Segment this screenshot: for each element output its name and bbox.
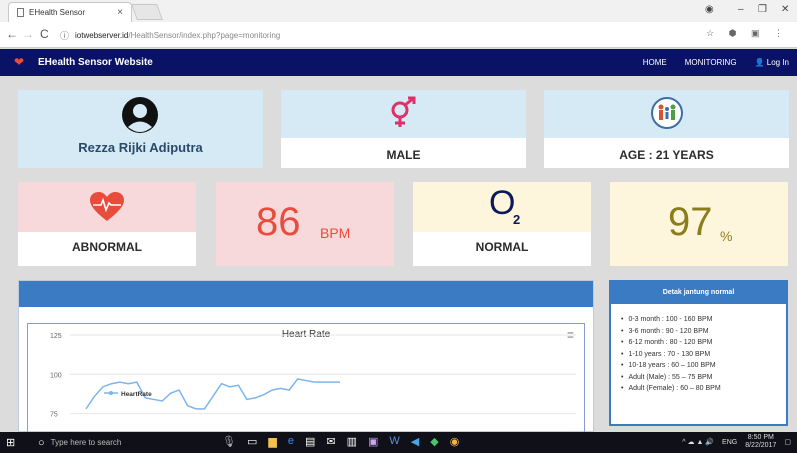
premiere-icon[interactable]: ▣: [368, 435, 378, 448]
oxygen-status-card: O 2 NORMAL: [413, 182, 591, 266]
bpm-unit: BPM: [320, 225, 351, 241]
normal-heart-rate-box: Detak jantung normal 0-3 month : 100 - 1…: [609, 280, 788, 426]
bpm-value: 86: [256, 200, 301, 244]
windows-taskbar: ⊞ ○ Type here to search 🎙 ▭ ▆ e ▤ ✉ ▥ ▣ …: [0, 432, 797, 453]
system-clock[interactable]: 8:50 PM 8/22/2017: [745, 434, 776, 450]
brand-heart-icon: ❤: [14, 55, 25, 69]
spo2-unit: %: [720, 228, 733, 244]
language-indicator[interactable]: ENG: [722, 439, 737, 446]
mail-icon[interactable]: ✉: [326, 435, 335, 448]
browser-tab[interactable]: EHealth Sensor ×: [8, 2, 132, 22]
nav-monitoring[interactable]: MONITORING: [685, 58, 737, 67]
gender-icon: [391, 96, 416, 127]
app-icon[interactable]: ▥: [347, 435, 357, 448]
clock-date: 8/22/2017: [745, 442, 777, 449]
url-path: /HealthSensor/index.php?page=monitoring: [128, 30, 281, 40]
clock-time: 8:50 PM: [747, 434, 774, 441]
url-field[interactable]: ⓘ iotwebserver.id /HealthSensor/index.ph…: [60, 26, 700, 44]
heart-status-label: ABNORMAL: [72, 240, 142, 254]
nav-home[interactable]: HOME: [643, 58, 667, 67]
age-card: AGE : 21 YEARS: [544, 90, 789, 168]
name-card: Rezza Rijki Adiputra: [18, 90, 263, 168]
legend-label[interactable]: HeartRate: [121, 391, 152, 398]
chrome-icon[interactable]: ◉: [450, 435, 460, 448]
account-icon[interactable]: ◉: [705, 4, 714, 15]
heart-rate-panel: Heart Rate ≡ 125 100 75 HeartRate: [18, 280, 594, 433]
user-icon: 👤: [754, 58, 765, 67]
notification-icon[interactable]: ▢: [784, 438, 791, 446]
back-button[interactable]: ←: [6, 27, 18, 41]
normal-range-list: 0-3 month : 100 - 160 BPM 3-6 month : 90…: [621, 314, 721, 395]
close-window-button[interactable]: ✕: [781, 4, 789, 15]
windows-start-icon[interactable]: ⊞: [6, 436, 15, 449]
tab-title: EHealth Sensor: [29, 8, 86, 17]
list-item: 10-18 years : 60 – 100 BPM: [621, 360, 721, 372]
user-avatar-icon: [122, 97, 158, 133]
task-view-icon[interactable]: ▭: [247, 435, 257, 448]
spo2-value: 97: [668, 200, 713, 244]
extension-icons[interactable]: ☆ ⬢ ▣ ⋮: [706, 28, 789, 39]
nav-login[interactable]: 👤 Log In: [755, 58, 789, 67]
maximize-button[interactable]: ❐: [758, 4, 767, 15]
y-tick-label: 125: [50, 333, 62, 340]
new-tab-button[interactable]: [131, 4, 163, 20]
site-brand[interactable]: EHealth Sensor Website: [38, 57, 153, 68]
address-bar-row: ← → C ⓘ iotwebserver.id /HealthSensor/in…: [0, 22, 797, 48]
minimize-button[interactable]: –: [738, 4, 744, 15]
gender-card: MALE: [281, 90, 526, 168]
search-placeholder: Type here to search: [50, 438, 122, 447]
browser-tab-bar: EHealth Sensor × ◉ – ❐ ✕: [0, 0, 797, 22]
o2-symbol: O: [489, 184, 516, 222]
spo2-card: 97 %: [610, 182, 788, 266]
list-item: 1-10 years : 70 - 130 BPM: [621, 349, 721, 361]
app2-icon[interactable]: ◆: [430, 435, 438, 448]
oxygen-status-label: NORMAL: [475, 240, 529, 254]
nav-login-label: Log In: [766, 58, 789, 67]
bpm-card: 86 BPM: [216, 182, 394, 266]
list-item: Adult (Female) : 60 – 80 BPM: [621, 383, 720, 395]
document-icon: [17, 8, 24, 17]
legend-marker: [109, 391, 113, 395]
url-host: iotwebserver.id: [75, 30, 129, 40]
forward-button[interactable]: →: [22, 27, 34, 41]
list-item: Adult (Male) : 55 – 75 BPM: [621, 372, 721, 384]
normal-range-title: Detak jantung normal: [611, 282, 786, 304]
panel-header: [19, 281, 593, 307]
store-icon[interactable]: ▤: [305, 435, 315, 448]
heartbeat-icon: [90, 192, 124, 221]
tray-icons[interactable]: ^ ☁ ▲ 🔊: [682, 438, 714, 446]
list-item: 0-3 month : 100 - 160 BPM: [621, 314, 721, 326]
heart-status-card: ABNORMAL: [18, 182, 196, 266]
gender-label: MALE: [386, 148, 421, 162]
word-icon[interactable]: W: [389, 435, 399, 448]
patient-name: Rezza Rijki Adiputra: [78, 140, 203, 155]
age-label: AGE : 21 YEARS: [619, 148, 714, 162]
y-tick-label: 100: [50, 372, 62, 379]
info-icon: ⓘ: [60, 30, 70, 41]
vscode-icon[interactable]: ◀: [411, 435, 419, 448]
mic-icon[interactable]: 🎙: [222, 435, 236, 448]
list-item: 6-12 month : 80 - 120 BPM: [621, 337, 721, 349]
chart-frame: Heart Rate ≡ 125 100 75 HeartRate: [27, 323, 585, 433]
heart-rate-chart: 125 100 75 HeartRate: [50, 333, 576, 419]
y-tick-label: 75: [50, 412, 58, 419]
family-icon: [651, 97, 683, 129]
list-item: 3-6 month : 90 - 120 BPM: [621, 326, 721, 338]
taskbar-search[interactable]: ○ Type here to search: [38, 434, 218, 451]
file-explorer-icon[interactable]: ▆: [268, 435, 276, 448]
site-navbar: ❤ EHealth Sensor Website HOME MONITORING…: [0, 49, 797, 76]
o2-subscript: 2: [513, 212, 521, 227]
close-tab-icon[interactable]: ×: [117, 7, 123, 18]
reload-button[interactable]: C: [40, 27, 49, 41]
edge-icon[interactable]: e: [288, 435, 294, 448]
cortana-icon: ○: [38, 436, 45, 449]
